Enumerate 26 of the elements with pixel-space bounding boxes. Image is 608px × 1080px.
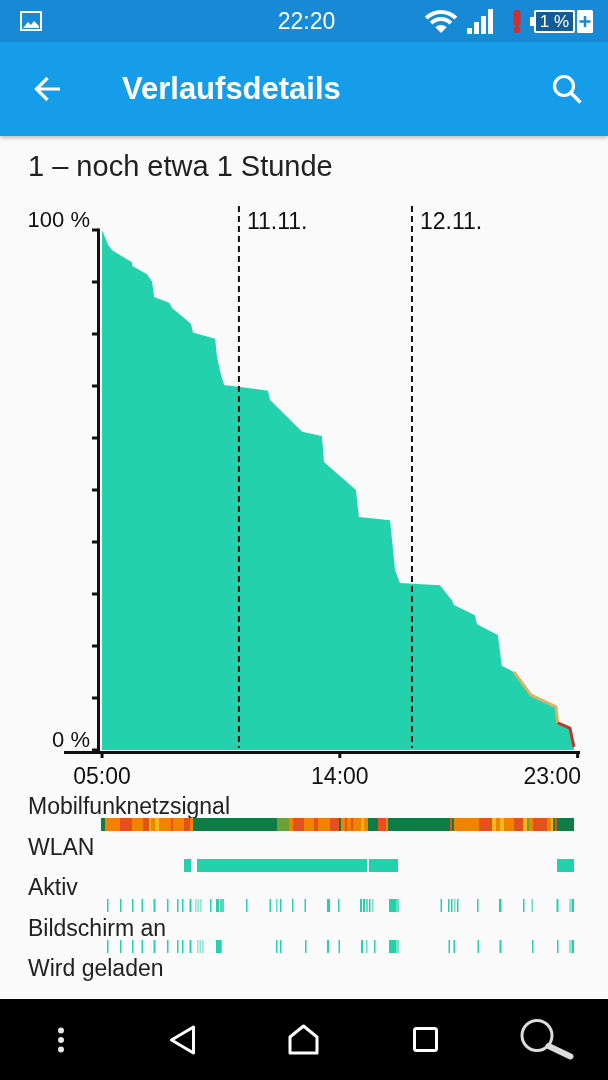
status-time: 22:20 [277,8,336,34]
axis-label: 0 % [52,727,90,752]
timeline-label: Aktiv [28,875,78,899]
recents-icon[interactable] [413,1027,439,1052]
timeline-label: WLAN [28,834,95,859]
time-label: 14:00 [311,763,369,789]
home-icon[interactable] [288,1024,320,1055]
more-options-icon[interactable] [56,1026,65,1053]
timeline-label: Mobilfunknetzsignal [28,794,230,818]
screen-title: Verlaufsdetails [122,70,341,108]
plus-icon [577,9,593,33]
time-label: 23:00 [523,763,581,789]
battery-indicator: 1 % [530,9,575,33]
search-icon[interactable] [520,1019,575,1060]
signal-icon [467,8,493,34]
back-icon[interactable] [168,1024,196,1055]
timeline-label: Bildschirm an [28,915,167,940]
image-icon [20,11,42,31]
alert-icon [513,9,521,33]
timeline-label: Wird geladen [28,956,164,980]
axis-label: 100 % [27,207,90,232]
date-label: 11.11. [246,208,308,234]
wifi-icon [424,8,458,34]
date-label: 12.11. [419,208,483,234]
battery-summary: 1 – noch etwa 1 Stunde [28,149,333,184]
time-label: 05:00 [73,763,131,789]
